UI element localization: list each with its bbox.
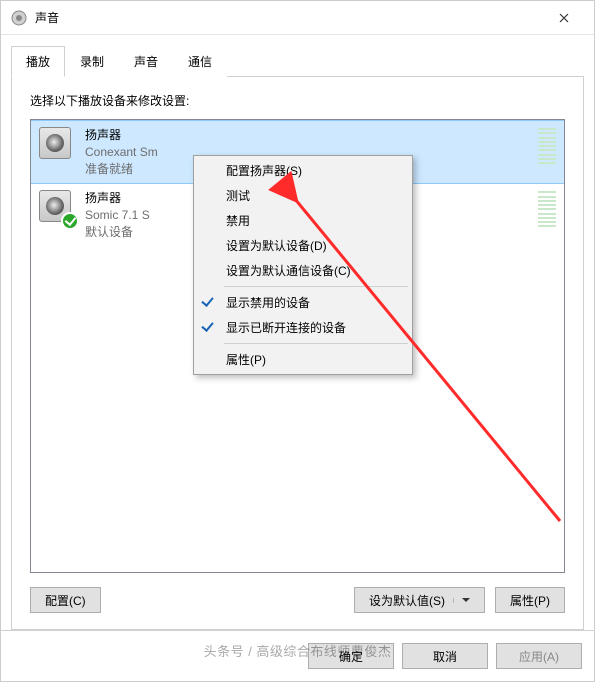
menu-test[interactable]: 测试 <box>196 183 410 208</box>
tab-row: 播放 录制 声音 通信 <box>11 45 584 77</box>
chevron-down-icon <box>453 598 470 603</box>
set-default-button[interactable]: 设为默认值(S) <box>354 587 485 613</box>
device-name: 扬声器 <box>85 127 158 144</box>
menu-show-disconnected[interactable]: 显示已断开连接的设备 <box>196 315 410 340</box>
window-title: 声音 <box>35 9 544 26</box>
device-driver: Conexant Sm <box>85 144 158 161</box>
configure-button[interactable]: 配置(C) <box>30 587 101 613</box>
close-button[interactable] <box>544 3 584 33</box>
watermark: 头条号 / 高级综合布线师曹俊杰 <box>0 641 595 660</box>
default-badge-icon <box>61 212 79 230</box>
panel-button-row: 配置(C) 设为默认值(S) 属性(P) <box>30 587 565 613</box>
menu-disable[interactable]: 禁用 <box>196 208 410 233</box>
device-status: 默认设备 <box>85 224 150 241</box>
menu-configure-speakers[interactable]: 配置扬声器(S) <box>196 158 410 183</box>
instruction-text: 选择以下播放设备来修改设置: <box>30 92 565 109</box>
tab-playback[interactable]: 播放 <box>11 46 65 77</box>
menu-separator <box>224 286 408 287</box>
tab-communications[interactable]: 通信 <box>173 46 227 77</box>
volume-meter <box>538 127 556 165</box>
speaker-icon <box>39 190 75 226</box>
menu-separator <box>224 343 408 344</box>
context-menu: 配置扬声器(S) 测试 禁用 设置为默认设备(D) 设置为默认通信设备(C) 显… <box>193 155 413 375</box>
menu-properties[interactable]: 属性(P) <box>196 347 410 372</box>
device-status: 准备就绪 <box>85 161 158 178</box>
device-name: 扬声器 <box>85 190 150 207</box>
tab-recording[interactable]: 录制 <box>65 46 119 77</box>
speaker-icon <box>39 127 75 163</box>
tab-sounds[interactable]: 声音 <box>119 46 173 77</box>
volume-meter <box>538 190 556 228</box>
titlebar: 声音 <box>1 1 594 35</box>
menu-show-disabled[interactable]: 显示禁用的设备 <box>196 290 410 315</box>
app-icon <box>11 10 27 26</box>
properties-button[interactable]: 属性(P) <box>495 587 565 613</box>
set-default-label: 设为默认值(S) <box>369 592 445 609</box>
menu-set-default-comm-device[interactable]: 设置为默认通信设备(C) <box>196 258 410 283</box>
device-driver: Somic 7.1 S <box>85 207 150 224</box>
menu-set-default-device[interactable]: 设置为默认设备(D) <box>196 233 410 258</box>
